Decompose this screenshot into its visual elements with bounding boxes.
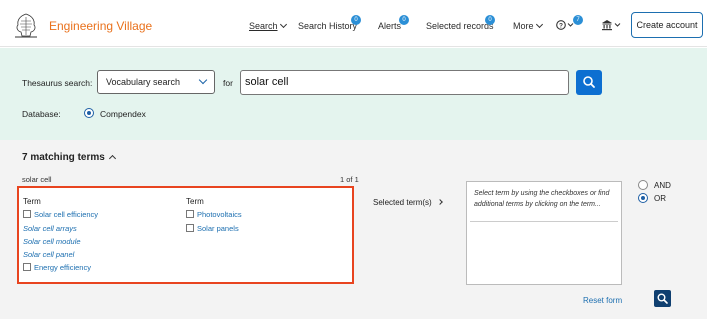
query-label: solar cell: [22, 175, 52, 184]
chevron-right-icon: [436, 199, 443, 205]
term-item[interactable]: Energy efficiency: [23, 263, 91, 272]
selected-terms-text: Selected term(s): [373, 198, 432, 207]
divider: [470, 221, 618, 222]
elsevier-logo[interactable]: [12, 11, 40, 39]
operator-or-label: OR: [654, 194, 666, 203]
nav-search-history[interactable]: Search History: [298, 21, 357, 31]
operator-and-radio[interactable]: [638, 180, 648, 190]
svg-text:?: ?: [559, 22, 563, 29]
alerts-badge: 0: [399, 15, 409, 25]
institution-icon: [602, 20, 621, 31]
matching-terms-toggle[interactable]: 7 matching terms: [22, 152, 116, 163]
for-label: for: [223, 78, 233, 88]
term-checkbox[interactable]: [186, 210, 194, 218]
database-label: Database:: [22, 109, 61, 119]
search-button[interactable]: [576, 70, 602, 95]
term-checkbox[interactable]: [23, 263, 31, 271]
chevron-down-icon: [535, 20, 543, 29]
term-link[interactable]: Solar cell module: [23, 237, 81, 246]
operator-or-radio[interactable]: [638, 193, 648, 203]
chevron-down-icon: [279, 20, 287, 29]
term-column-header: Term: [23, 197, 41, 206]
nav-search-label: Search: [249, 21, 278, 31]
compendex-radio[interactable]: [84, 108, 94, 118]
page-info: 1 of 1: [340, 175, 359, 184]
term-label: Photovoltaics: [197, 210, 242, 219]
matching-terms-title: 7 matching terms: [22, 152, 105, 163]
operator-and-label: AND: [654, 181, 671, 190]
nav-alerts[interactable]: Alerts: [378, 21, 401, 31]
nav-institution[interactable]: [601, 19, 623, 33]
nav-more[interactable]: More: [513, 20, 543, 31]
term-link[interactable]: Solar cell arrays: [23, 224, 77, 233]
term-item[interactable]: Solar cell efficiency: [23, 210, 98, 219]
chevron-down-icon: [198, 75, 208, 85]
top-header: Engineering Village Search Search Histor…: [0, 0, 707, 47]
reset-form-link[interactable]: Reset form: [583, 296, 622, 305]
term-label: Solar cell efficiency: [34, 210, 99, 219]
selected-terms-hint: Select term by using the checkboxes or f…: [474, 190, 610, 208]
term-label: Solar panels: [197, 224, 239, 233]
search-icon: [657, 293, 668, 304]
create-account-button[interactable]: Create account: [631, 12, 703, 38]
nav-selected-records[interactable]: Selected records: [426, 21, 494, 31]
nav-more-label: More: [513, 21, 534, 31]
term-checkbox[interactable]: [186, 224, 194, 232]
search-input[interactable]: solar cell: [240, 70, 569, 95]
search-history-badge: 0: [351, 15, 361, 25]
compendex-label: Compendex: [100, 109, 146, 119]
help-badge: 7: [573, 15, 583, 25]
nav-search[interactable]: Search: [249, 20, 287, 31]
term-checkbox[interactable]: [23, 210, 31, 218]
term-label: Energy efficiency: [34, 263, 91, 272]
chevron-up-icon: [108, 154, 116, 163]
term-item[interactable]: Photovoltaics: [186, 210, 242, 219]
search-type-value: Vocabulary search: [106, 77, 181, 87]
brand-name[interactable]: Engineering Village: [49, 19, 152, 33]
selected-terms-label[interactable]: Selected term(s): [373, 198, 443, 207]
term-link[interactable]: Solar cell panel: [23, 250, 74, 259]
selected-records-badge: 0: [485, 15, 495, 25]
search-icon: [583, 76, 595, 88]
term-column-header: Term: [186, 197, 204, 206]
term-item[interactable]: Solar panels: [186, 224, 239, 233]
search-terms-button[interactable]: [654, 290, 671, 307]
thesaurus-search-label: Thesaurus search:: [22, 78, 93, 88]
search-type-select[interactable]: Vocabulary search: [97, 70, 215, 94]
